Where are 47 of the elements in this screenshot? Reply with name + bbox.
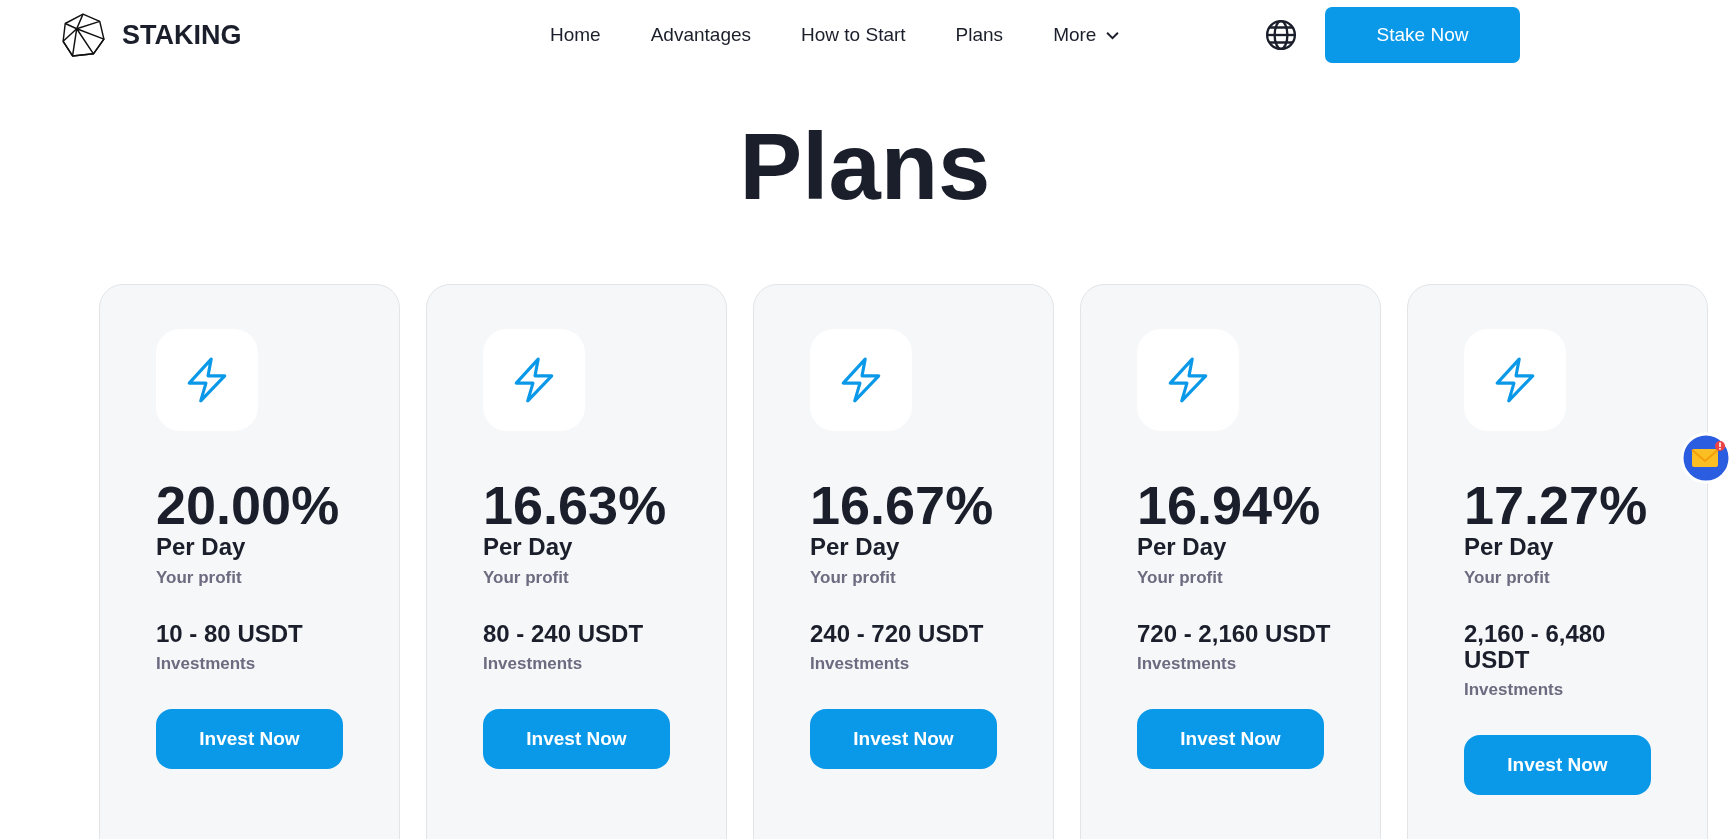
- lightning-bolt-icon: [840, 356, 882, 404]
- rate-period: Per Day: [483, 533, 573, 561]
- profit-rate: 16.63%: [483, 477, 667, 533]
- rate-caption: Your profit: [810, 567, 896, 589]
- invest-now-button[interactable]: Invest Now: [156, 709, 343, 769]
- range-caption: Investments: [810, 653, 910, 675]
- profit-rate: 17.27%: [1464, 477, 1648, 533]
- globe-icon[interactable]: [1265, 19, 1297, 51]
- rate-period: Per Day: [1464, 533, 1554, 561]
- invest-now-button[interactable]: Invest Now: [810, 709, 997, 769]
- stake-now-button[interactable]: Stake Now: [1325, 7, 1520, 63]
- invest-now-button[interactable]: Invest Now: [483, 709, 670, 769]
- rate-caption: Your profit: [1464, 567, 1550, 589]
- rate-period: Per Day: [810, 533, 900, 561]
- nav-link[interactable]: More: [1053, 24, 1120, 46]
- rate-caption: Your profit: [156, 567, 242, 589]
- mail-chat-icon[interactable]: [1680, 432, 1730, 484]
- invest-now-button[interactable]: Invest Now: [1464, 735, 1651, 795]
- investment-range: 80 - 240 USDT: [483, 621, 645, 647]
- investment-range: 720 - 2,160 USDT: [1137, 621, 1332, 647]
- nav-link[interactable]: How to Start: [801, 24, 906, 46]
- rate-caption: Your profit: [1137, 567, 1223, 589]
- rate-period: Per Day: [1137, 533, 1227, 561]
- profit-rate: 20.00%: [156, 477, 340, 533]
- investment-range: 2,160 - 6,480 USDT: [1464, 621, 1607, 673]
- profit-rate: 16.94%: [1137, 477, 1321, 533]
- lightning-bolt-icon: [186, 356, 228, 404]
- lightning-bolt-icon: [1167, 356, 1209, 404]
- profit-rate: 16.67%: [810, 477, 994, 533]
- lightning-bolt-icon: [1494, 356, 1536, 404]
- chevron-down-icon: [1106, 30, 1120, 40]
- lightning-bolt-icon: [513, 356, 555, 404]
- logo-icon: [60, 12, 106, 58]
- brand-name: STAKING: [122, 19, 242, 51]
- nav-link[interactable]: Advantages: [650, 24, 752, 46]
- rate-period: Per Day: [156, 533, 246, 561]
- page-title: Plans: [738, 113, 992, 221]
- rate-caption: Your profit: [483, 567, 569, 589]
- range-caption: Investments: [156, 653, 256, 675]
- invest-now-button[interactable]: Invest Now: [1137, 709, 1324, 769]
- range-caption: Investments: [1137, 653, 1237, 675]
- nav-link[interactable]: Home: [550, 24, 601, 46]
- range-caption: Investments: [1464, 679, 1564, 701]
- investment-range: 10 - 80 USDT: [156, 621, 304, 647]
- range-caption: Investments: [483, 653, 583, 675]
- nav-link[interactable]: Plans: [955, 24, 1004, 46]
- investment-range: 240 - 720 USDT: [810, 621, 985, 647]
